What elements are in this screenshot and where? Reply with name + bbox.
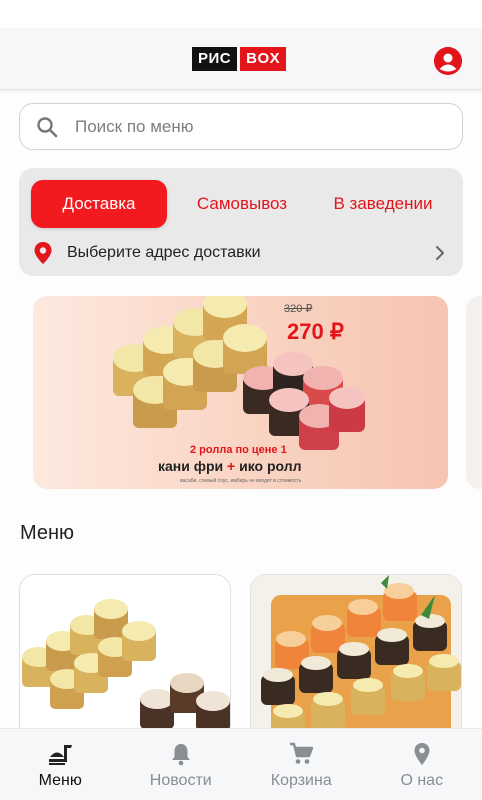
tabbar-label-news: Новости xyxy=(149,772,212,789)
tab-delivery[interactable]: Доставка xyxy=(31,180,167,228)
cart-icon xyxy=(290,742,314,764)
tabbar-item-about[interactable]: О нас xyxy=(362,729,482,800)
promo-offer: 2 ролла по цене 1 xyxy=(190,444,287,456)
chevron-right-icon xyxy=(436,246,444,260)
logo-part-left: РИС xyxy=(192,47,238,71)
tab-pickup[interactable]: Самовывоз xyxy=(167,180,317,228)
search-icon xyxy=(37,116,58,137)
location-pin-icon xyxy=(414,743,430,765)
logo-part-right: BOX xyxy=(240,47,287,71)
delivery-panel: Доставка Самовывоз В заведении Выберите … xyxy=(19,168,463,276)
search-placeholder: Поиск по меню xyxy=(75,116,194,136)
food-icon xyxy=(49,745,73,765)
app-header: РИС BOX xyxy=(0,28,482,90)
location-pin-icon xyxy=(34,242,52,264)
search-input[interactable]: Поиск по меню xyxy=(19,103,463,150)
brand-logo[interactable]: РИС BOX xyxy=(192,47,287,71)
tabbar-label-menu: Меню xyxy=(38,772,82,789)
promo-product-b: ико ролл xyxy=(239,458,302,474)
bottom-tab-bar: Меню Новости Корзина О нас xyxy=(0,728,482,800)
tabbar-item-cart[interactable]: Корзина xyxy=(241,729,362,800)
app-screen: РИС BOX Поиск по меню Доставка Самовывоз… xyxy=(0,0,482,800)
promo-plus: + xyxy=(227,458,236,474)
address-selector[interactable]: Выберите адрес доставки xyxy=(31,240,451,266)
tabbar-label-about: О нас xyxy=(400,772,444,789)
promo-new-price: 270 ₽ xyxy=(287,319,344,344)
tabbar-label-cart: Корзина xyxy=(270,772,332,789)
status-bar xyxy=(0,0,482,28)
promo-old-price: 320 ₽ xyxy=(284,303,313,315)
delivery-tabs: Доставка Самовывоз В заведении xyxy=(31,180,451,228)
promo-footnote: васаби, соевый соус, имбирь не входят в … xyxy=(180,478,302,484)
menu-category-card[interactable] xyxy=(19,574,231,754)
promo-product-a: кани фри xyxy=(158,458,224,474)
menu-section-title: Меню xyxy=(20,522,75,544)
user-circle-icon[interactable] xyxy=(434,47,462,75)
menu-category-card[interactable] xyxy=(250,574,462,754)
bell-icon xyxy=(171,744,190,766)
tabbar-item-menu[interactable]: Меню xyxy=(0,729,121,800)
next-banner-peek[interactable] xyxy=(466,296,482,489)
address-prompt: Выберите адрес доставки xyxy=(67,244,261,261)
promo-products: кани фри + ико ролл xyxy=(158,458,302,474)
tab-dine-in[interactable]: В заведении xyxy=(317,180,449,228)
tabbar-item-news[interactable]: Новости xyxy=(121,729,242,800)
